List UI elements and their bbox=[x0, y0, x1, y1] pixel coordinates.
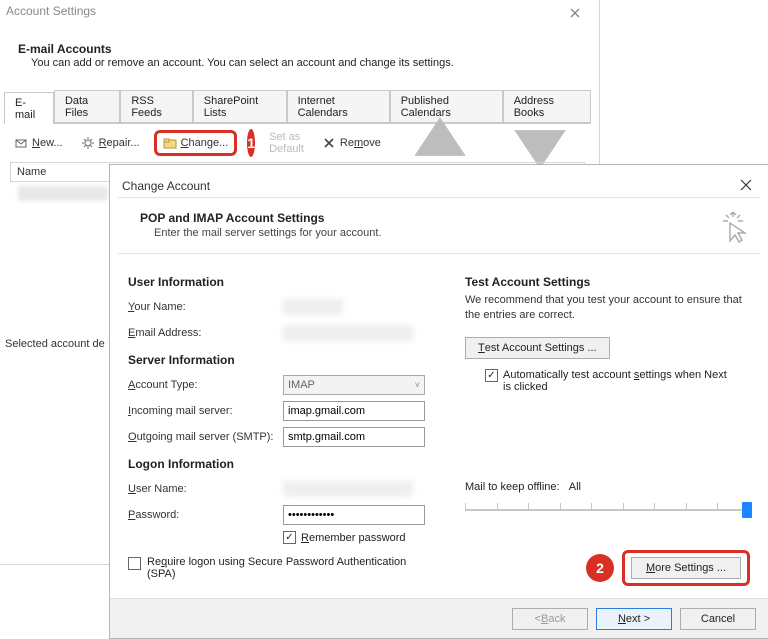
pop-imap-heading: POP and IMAP Account Settings bbox=[140, 211, 324, 225]
remember-label: Remember password bbox=[301, 532, 406, 544]
repair-button[interactable]: Repair... bbox=[77, 134, 144, 152]
remember-checkbox[interactable]: ✓ bbox=[283, 531, 296, 544]
auto-test-checkbox[interactable]: ✓ bbox=[485, 369, 498, 382]
remove-label: Remove bbox=[340, 137, 381, 149]
email-accounts-heading: E-mail Accounts bbox=[18, 42, 112, 56]
chevron-down-icon: ˅ bbox=[415, 380, 420, 390]
back-button: < Back bbox=[512, 608, 588, 630]
outgoing-input[interactable] bbox=[283, 427, 425, 447]
x-icon bbox=[322, 136, 336, 150]
remove-button[interactable]: Remove bbox=[318, 134, 385, 152]
spa-checkbox[interactable] bbox=[128, 557, 141, 570]
user-info-heading: User Information bbox=[128, 275, 448, 289]
password-input[interactable] bbox=[283, 505, 425, 525]
offline-value: All bbox=[569, 481, 581, 493]
right-form: Test Account Settings We recommend that … bbox=[465, 271, 750, 521]
dialog-footer: < Back Next > Cancel bbox=[110, 598, 768, 638]
account-toolbar: New... Repair... Change... 1 Set as Defa… bbox=[10, 132, 585, 154]
spa-row[interactable]: Require logon using Secure Password Auth… bbox=[128, 556, 448, 580]
change-button-highlight: Change... bbox=[154, 130, 238, 156]
annotation-2: 2 bbox=[586, 554, 614, 582]
username-value-redacted[interactable] bbox=[283, 481, 413, 497]
outgoing-label: Outgoing mail server (SMTP): bbox=[128, 431, 283, 443]
tab-rss[interactable]: RSS Feeds bbox=[120, 90, 192, 123]
gear-icon bbox=[81, 136, 95, 150]
incoming-label: Incoming mail server: bbox=[128, 405, 283, 417]
next-button[interactable]: Next > bbox=[596, 608, 672, 630]
test-desc: We recommend that you test your account … bbox=[465, 293, 750, 323]
offline-label: Mail to keep offline: All bbox=[465, 481, 750, 493]
close-icon bbox=[570, 8, 580, 18]
window-title: Account Settings bbox=[6, 4, 96, 18]
change-button[interactable]: Change... bbox=[163, 136, 229, 150]
close-button[interactable] bbox=[561, 2, 589, 24]
remember-password-row[interactable]: ✓ Remember password bbox=[283, 531, 448, 544]
account-type-select: IMAP ˅ bbox=[283, 375, 425, 395]
tab-internet-cal[interactable]: Internet Calendars bbox=[287, 90, 390, 123]
close-icon bbox=[740, 179, 752, 191]
change-account-dialog: Change Account POP and IMAP Account Sett… bbox=[109, 164, 768, 639]
repair-label: Repair... bbox=[99, 137, 140, 149]
email-accounts-description: You can add or remove an account. You ca… bbox=[31, 57, 454, 69]
set-default-button: Set as Default bbox=[265, 129, 308, 157]
change-label: Change... bbox=[181, 137, 229, 149]
tab-data-files[interactable]: Data Files bbox=[54, 90, 120, 123]
more-settings-button[interactable]: More Settings ... bbox=[631, 557, 741, 579]
logon-info-heading: Logon Information bbox=[128, 457, 448, 471]
folder-icon bbox=[163, 136, 177, 150]
pop-imap-sub: Enter the mail server settings for your … bbox=[154, 227, 381, 239]
account-type-value: IMAP bbox=[288, 379, 315, 391]
username-label: User Name: bbox=[128, 483, 283, 495]
new-button[interactable]: New... bbox=[10, 134, 67, 152]
cancel-button[interactable]: Cancel bbox=[680, 608, 756, 630]
offline-slider[interactable] bbox=[465, 499, 750, 521]
annotation-1: 1 bbox=[247, 129, 255, 157]
cursor-click-icon bbox=[718, 209, 748, 245]
tab-sharepoint[interactable]: SharePoint Lists bbox=[193, 90, 287, 123]
left-form: User Information Your Name: Email Addres… bbox=[128, 271, 448, 580]
test-account-button[interactable]: Test Account Settings ... bbox=[465, 337, 610, 359]
yourname-value-redacted[interactable] bbox=[283, 299, 343, 315]
auto-test-label: Automatically test account settings when… bbox=[503, 369, 733, 393]
dialog-title: Change Account bbox=[122, 179, 210, 193]
server-info-heading: Server Information bbox=[128, 353, 448, 367]
tab-email[interactable]: E-mail bbox=[4, 92, 54, 124]
account-type-label: Account Type: bbox=[128, 379, 283, 391]
spa-label: Require logon using Secure Password Auth… bbox=[147, 556, 437, 580]
account-row-redacted[interactable] bbox=[18, 186, 108, 201]
auto-test-row[interactable]: ✓ Automatically test account settings wh… bbox=[485, 369, 750, 393]
slider-thumb[interactable] bbox=[742, 502, 752, 518]
more-settings-area: 2 More Settings ... bbox=[586, 550, 750, 586]
selected-account-text: Selected account de bbox=[5, 338, 105, 350]
new-icon bbox=[14, 136, 28, 150]
password-label: Password: bbox=[128, 509, 283, 521]
dialog-close-button[interactable] bbox=[736, 175, 756, 195]
incoming-input[interactable] bbox=[283, 401, 425, 421]
new-label: New... bbox=[32, 137, 63, 149]
yourname-label: Your Name: bbox=[128, 301, 283, 313]
test-heading: Test Account Settings bbox=[465, 275, 750, 289]
email-label: Email Address: bbox=[128, 327, 283, 339]
more-settings-highlight: More Settings ... bbox=[622, 550, 750, 586]
email-value-redacted[interactable] bbox=[283, 325, 413, 341]
